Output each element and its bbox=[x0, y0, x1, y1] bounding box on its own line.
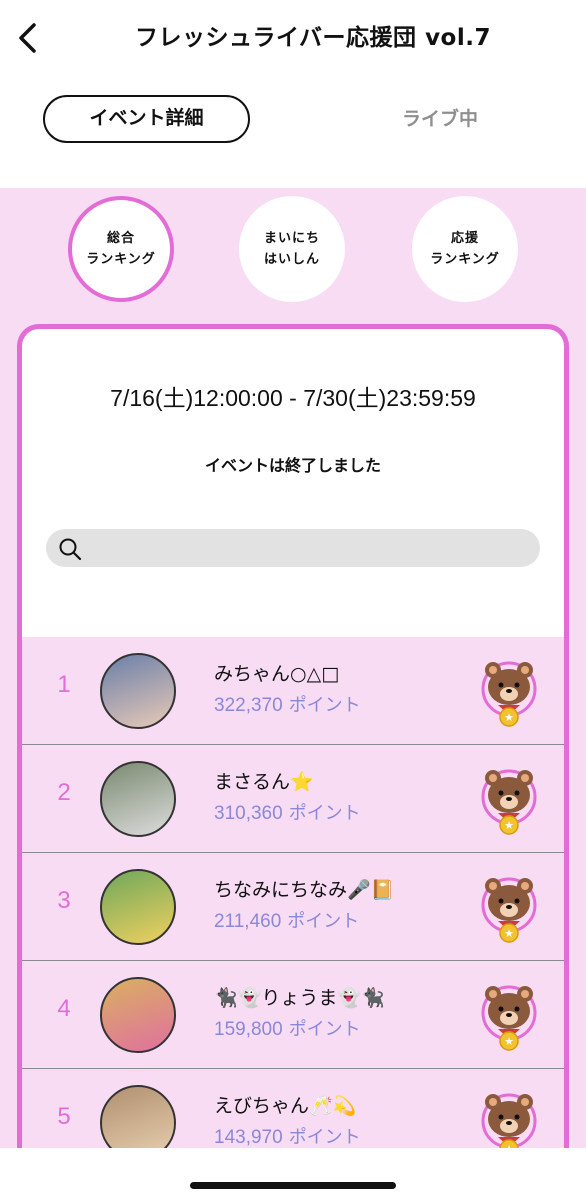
points-unit: ポイント bbox=[288, 1127, 361, 1148]
points: 310,360 ポイント bbox=[214, 799, 361, 825]
bear-medal-icon[interactable]: ★ bbox=[480, 1089, 538, 1148]
liver-name: まさるん⭐ bbox=[214, 771, 314, 793]
search-input[interactable] bbox=[46, 529, 540, 567]
ranking-row[interactable]: 3 ちなみにちなみ🎤📔 211,460 ポイント ★ bbox=[22, 853, 564, 961]
chevron-left-icon bbox=[19, 23, 36, 53]
liver-name: 🐈‍⬛👻りょうま👻🐈‍⬛ bbox=[214, 987, 385, 1009]
points-value: 159,800 bbox=[214, 1019, 283, 1040]
tab-label-line1: 総合 bbox=[106, 231, 135, 246]
rank-number: 2 bbox=[57, 779, 71, 806]
tab-overall-ranking[interactable]: 総合 ランキング bbox=[68, 196, 174, 302]
points-unit: ポイント bbox=[288, 1019, 361, 1040]
event-period: 7/16(土)12:00:00 - 7/30(土)23:59:59 bbox=[110, 385, 476, 411]
svg-text:★: ★ bbox=[504, 1035, 514, 1048]
bear-medal-icon[interactable]: ★ bbox=[480, 657, 538, 729]
tab-label-line2: ランキング bbox=[86, 252, 156, 267]
avatar[interactable] bbox=[100, 1085, 176, 1148]
bear-medal-icon[interactable]: ★ bbox=[480, 765, 538, 837]
rank-number: 1 bbox=[57, 671, 71, 698]
search-icon bbox=[59, 538, 82, 561]
ranking-row[interactable]: 2 まさるん⭐ 310,360 ポイント ★ bbox=[22, 745, 564, 853]
avatar[interactable] bbox=[100, 977, 176, 1053]
avatar[interactable] bbox=[100, 869, 176, 945]
svg-text:★: ★ bbox=[504, 927, 514, 940]
event-status: イベントは終了しました bbox=[204, 456, 381, 475]
points: 159,800 ポイント bbox=[214, 1015, 361, 1041]
points-value: 211,460 bbox=[214, 911, 282, 932]
bear-medal-icon[interactable]: ★ bbox=[480, 873, 538, 945]
rank-number: 3 bbox=[57, 887, 71, 914]
tab-label-line1: まいにち bbox=[263, 231, 320, 246]
app-header: フレッシュライバー応援団 vol.7 bbox=[0, 0, 586, 80]
liver-name: ちなみにちなみ🎤📔 bbox=[214, 879, 395, 901]
ranking-row[interactable]: 1 みちゃん○△□ 322,370 ポイント ★ bbox=[22, 637, 564, 745]
tab-label-line2: はいしん bbox=[263, 252, 320, 267]
points: 322,370 ポイント bbox=[214, 691, 361, 717]
main-tabs: イベント詳細 ライブ中 bbox=[0, 82, 586, 182]
back-button[interactable] bbox=[10, 18, 44, 58]
ranking-row[interactable]: 5 えびちゃん🥂💫 143,970ポイント ★ bbox=[22, 1069, 564, 1148]
avatar[interactable] bbox=[100, 653, 176, 729]
svg-text:★: ★ bbox=[504, 819, 514, 832]
liver-name: みちゃん○△□ bbox=[214, 663, 340, 685]
points-unit: ポイント bbox=[288, 803, 361, 824]
points: 211,460 ポイント bbox=[214, 907, 359, 933]
avatar[interactable] bbox=[100, 761, 176, 837]
liver-name: えびちゃん🥂💫 bbox=[214, 1095, 357, 1117]
page-title: フレッシュライバー応援団 vol.7 bbox=[135, 25, 491, 51]
tab-support-ranking[interactable]: 応援 ランキング bbox=[412, 196, 518, 302]
bottom-bar bbox=[0, 1148, 586, 1200]
points-unit: ポイント bbox=[288, 695, 361, 716]
points-value: 310,360 bbox=[214, 803, 283, 824]
home-indicator[interactable] bbox=[190, 1182, 396, 1189]
points-unit: ポイント bbox=[287, 911, 360, 932]
bear-medal-icon[interactable]: ★ bbox=[480, 981, 538, 1053]
ranking-card: 7/16(土)12:00:00 - 7/30(土)23:59:59 イベントは終… bbox=[17, 324, 569, 1148]
points: 143,970 ポイント bbox=[214, 1123, 361, 1148]
svg-text:★: ★ bbox=[504, 711, 514, 724]
ranking-row[interactable]: 4 🐈‍⬛👻りょうま👻🐈‍⬛ 159,800 ポイント ★ bbox=[22, 961, 564, 1069]
tab-event-detail[interactable]: イベント詳細 bbox=[43, 95, 250, 143]
points-value: 322,370 bbox=[214, 695, 283, 716]
tab-daily-streaming[interactable]: まいにち はいしん bbox=[239, 196, 345, 302]
rank-number: 5 bbox=[57, 1103, 71, 1130]
tab-label-line1: 応援 bbox=[450, 231, 479, 246]
tab-label-line2: ランキング bbox=[430, 252, 500, 267]
ranking-panel: 総合 ランキング まいにち はいしん 応援 ランキング 7/16(土)12:00… bbox=[0, 188, 586, 1148]
points-value: 143,970 bbox=[214, 1127, 283, 1148]
tab-live[interactable]: ライブ中 bbox=[340, 95, 540, 143]
ranking-list: 1 みちゃん○△□ 322,370 ポイント ★ 2 まさるん⭐ 310,360 ポ… bbox=[22, 637, 564, 1148]
rank-number: 4 bbox=[57, 995, 71, 1022]
